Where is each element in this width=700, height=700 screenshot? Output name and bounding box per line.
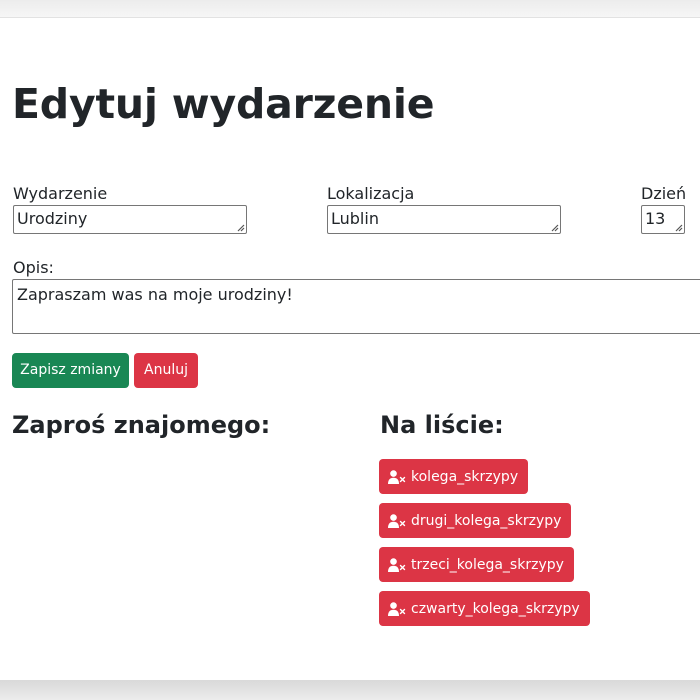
guest-remove-button[interactable]: trzeci_kolega_skrzypy	[379, 547, 574, 582]
resize-grip-icon[interactable]	[235, 222, 245, 232]
bottom-bar	[0, 680, 700, 700]
location-value: Lublin	[331, 209, 379, 228]
resize-grip-icon[interactable]	[673, 222, 683, 232]
user-remove-icon	[388, 601, 406, 616]
save-changes-button[interactable]: Zapisz zmiany	[12, 353, 129, 388]
page-title: Edytuj wydarzenie	[12, 80, 435, 128]
resize-grip-icon[interactable]	[549, 222, 559, 232]
guest-remove-button[interactable]: kolega_skrzypy	[379, 459, 529, 494]
guest-remove-button[interactable]: drugi_kolega_skrzypy	[379, 503, 572, 538]
browser-viewport: Edytuj wydarzenie Wydarzenie Urodziny Lo…	[0, 0, 700, 700]
description-label: Opis:	[13, 258, 54, 277]
user-remove-icon	[388, 557, 406, 572]
description-textarea[interactable]: Zapraszam was na moje urodziny!	[12, 279, 700, 334]
description-value: Zapraszam was na moje urodziny!	[17, 285, 293, 304]
day-input[interactable]: 13	[641, 205, 685, 234]
guest-list: kolega_skrzypy drugi_kolega_skrzypy trze…	[379, 459, 590, 635]
guest-name: kolega_skrzypy	[411, 468, 519, 485]
event-name-input[interactable]: Urodziny	[13, 205, 247, 234]
top-bar	[0, 0, 700, 18]
user-remove-icon	[388, 513, 406, 528]
event-name-label: Wydarzenie	[13, 184, 108, 203]
guest-remove-button[interactable]: czwarty_kolega_skrzypy	[379, 591, 590, 626]
location-input[interactable]: Lublin	[327, 205, 561, 234]
guest-list-heading: Na liście:	[380, 411, 504, 439]
guest-name: drugi_kolega_skrzypy	[411, 512, 562, 529]
event-name-value: Urodziny	[17, 209, 88, 228]
user-remove-icon	[388, 469, 406, 484]
day-label: Dzień	[641, 184, 687, 203]
edit-event-page: Edytuj wydarzenie	[0, 18, 700, 680]
cancel-button[interactable]: Anuluj	[134, 353, 198, 388]
location-label: Lokalizacja	[327, 184, 415, 203]
day-value: 13	[645, 209, 666, 228]
invite-friend-heading: Zaproś znajomego:	[12, 411, 271, 439]
guest-name: trzeci_kolega_skrzypy	[411, 556, 564, 573]
guest-name: czwarty_kolega_skrzypy	[411, 600, 580, 617]
